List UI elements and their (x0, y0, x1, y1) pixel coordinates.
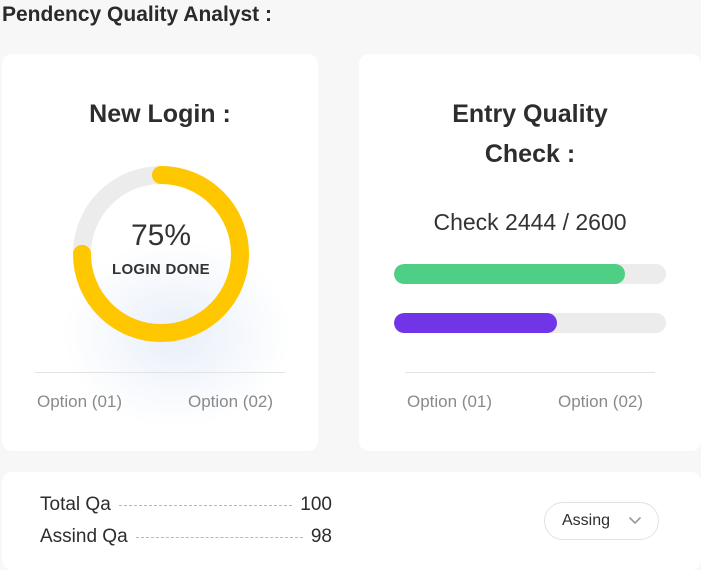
new-login-title: New Login : (89, 100, 231, 128)
login-option-01[interactable]: Option (01) (37, 392, 122, 412)
assing-select-value: Assing (562, 512, 611, 529)
entry-option-02[interactable]: Option (02) (558, 392, 643, 412)
login-option-02[interactable]: Option (02) (188, 392, 273, 412)
chevron-down-icon (629, 517, 641, 524)
login-percent: 75% (130, 219, 192, 252)
entry-title-line1: Entry Quality (452, 100, 608, 128)
progress-fill-purple (394, 313, 558, 333)
total-qa-label: Total Qa (40, 494, 111, 515)
summary-card: Total Qa 100 Assind Qa 98 Assing (2, 472, 701, 570)
entry-divider (405, 372, 655, 373)
new-login-card: New Login : 75% LOGIN DONE Option (01) O… (2, 54, 318, 451)
dashed-leader (135, 536, 303, 538)
login-done-label: LOGIN DONE (111, 261, 210, 278)
login-progress-donut (73, 166, 249, 342)
assing-select[interactable]: Assing (544, 502, 659, 540)
assind-qa-row: Assind Qa 98 (40, 526, 332, 548)
entry-quality-title: Entry Quality Check : (359, 94, 701, 174)
page-title: Pendency Quality Analyst : (2, 3, 272, 26)
assind-qa-label: Assind Qa (40, 526, 128, 547)
assind-qa-value: 98 (310, 526, 332, 547)
entry-title-line2: Check : (484, 140, 576, 168)
progress-fill-green (394, 264, 626, 284)
total-qa-row: Total Qa 100 (40, 494, 332, 516)
entry-quality-card: Entry Quality Check : Check 2444 / 2600 … (359, 54, 701, 451)
check-count-text: Check 2444 / 2600 (433, 209, 627, 235)
login-divider (35, 372, 285, 373)
progress-bar-green (394, 264, 666, 284)
entry-option-01[interactable]: Option (01) (407, 392, 492, 412)
total-qa-value: 100 (300, 494, 332, 515)
progress-bar-purple (394, 313, 666, 333)
dashed-leader (118, 504, 293, 506)
